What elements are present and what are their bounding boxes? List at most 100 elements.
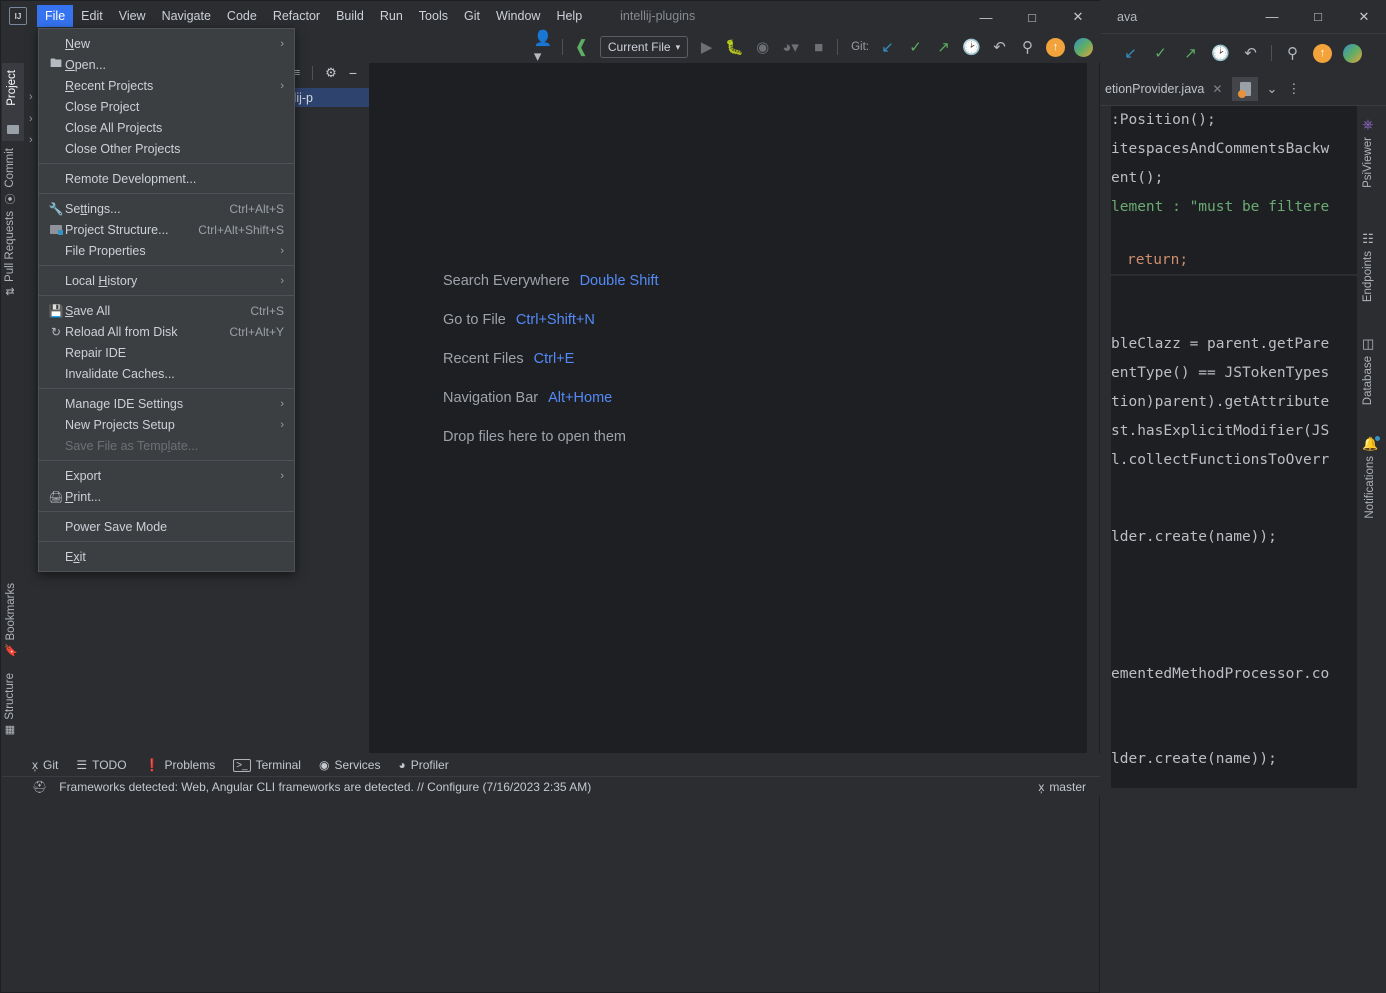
- menu-item-close-project[interactable]: Close Project: [39, 96, 294, 117]
- arrow-down-left-icon[interactable]: ↙: [1121, 44, 1140, 63]
- menu-refactor[interactable]: Refactor: [265, 5, 328, 27]
- menu-edit[interactable]: Edit: [73, 5, 111, 27]
- chevron-right-icon[interactable]: ›: [29, 113, 33, 125]
- menu-build[interactable]: Build: [328, 5, 372, 27]
- sidebar-item-pull-requests[interactable]: Pull Requests ⇄: [4, 211, 16, 298]
- sidebar-item-structure[interactable]: Structure ▦: [4, 673, 16, 736]
- file-menu-dropdown[interactable]: New › 🖿 Open... Recent Projects › Close …: [38, 28, 295, 572]
- chevron-right-icon[interactable]: ›: [29, 91, 33, 103]
- menu-item-print[interactable]: 🖨 Print...: [39, 486, 294, 507]
- chevron-down-icon[interactable]: ⌄: [1266, 81, 1277, 97]
- menu-item-power-save-mode[interactable]: Power Save Mode: [39, 516, 294, 537]
- notification-icon[interactable]: ⛑: [32, 780, 47, 794]
- menu-item-invalidate-caches[interactable]: Invalidate Caches...: [39, 363, 294, 384]
- git-branch-indicator[interactable]: x̦ master: [1038, 780, 1086, 794]
- update-available-icon[interactable]: ↑: [1313, 43, 1332, 63]
- rear-close-button[interactable]: ✕: [1341, 1, 1386, 33]
- menu-item-project-structure[interactable]: Project Structure... Ctrl+Alt+Shift+S: [39, 219, 294, 240]
- menu-item-open[interactable]: 🖿 Open...: [39, 54, 294, 75]
- run-icon[interactable]: ▶: [697, 38, 716, 57]
- menu-run[interactable]: Run: [372, 5, 411, 27]
- menu-window[interactable]: Window: [488, 5, 548, 27]
- menu-item-manage-ide-settings[interactable]: Manage IDE Settings ›: [39, 393, 294, 414]
- front-toolwindow-bar[interactable]: x̦ Git ☰ TODO ❗ Problems >_ Terminal ◉ S…: [2, 754, 1100, 776]
- tool-window-button-todo[interactable]: ☰ TODO: [76, 758, 126, 772]
- ai-assistant-icon[interactable]: [1074, 37, 1093, 57]
- debug-icon[interactable]: 🐛: [725, 38, 744, 57]
- rear-maximize-button[interactable]: □: [1295, 1, 1341, 33]
- rear-window-toolbar[interactable]: ↙ ✓ ↗ 🕑 ↶ ⚲ ↑: [1099, 34, 1386, 72]
- run-with-coverage-icon[interactable]: ◉: [753, 38, 772, 57]
- minimize-icon[interactable]: −: [349, 65, 357, 81]
- front-status-bar[interactable]: ⛑ Frameworks detected: Web, Angular CLI …: [2, 776, 1100, 796]
- menu-file[interactable]: File: [37, 5, 74, 27]
- history-icon[interactable]: 🕑: [962, 38, 981, 57]
- push-icon[interactable]: ↗: [934, 38, 953, 57]
- menu-item-new[interactable]: New ›: [39, 33, 294, 54]
- pull-request-icon: ⇄: [5, 285, 15, 298]
- menu-bar[interactable]: IJ File Edit View Navigate Code Refactor…: [1, 1, 1101, 31]
- rear-sidebar-item-notifications[interactable]: 🔔 Notifications: [1362, 436, 1381, 519]
- menu-item-reload-all-from-disk[interactable]: ↻ Reload All from Disk Ctrl+Alt+Y: [39, 321, 294, 342]
- file-type-icon[interactable]: [1232, 76, 1259, 101]
- rear-sidebar-item-database[interactable]: ◫ Database: [1362, 336, 1374, 405]
- commit-icon[interactable]: ✓: [906, 38, 925, 57]
- tool-window-button-terminal[interactable]: >_ Terminal: [233, 758, 301, 772]
- run-configuration-selector[interactable]: Current File ▾: [599, 36, 689, 58]
- sidebar-item-project[interactable]: Project: [2, 63, 24, 141]
- tool-window-button-profiler[interactable]: ◕ Profiler: [398, 758, 448, 772]
- user-account-icon[interactable]: 👤▾: [534, 30, 553, 65]
- menu-navigate[interactable]: Navigate: [154, 5, 219, 27]
- menu-item-remote-development[interactable]: Remote Development...: [39, 168, 294, 189]
- left-toolwindow-strip[interactable]: Project Commit ⦿ Pull Requests ⇄ Bookmar…: [2, 63, 24, 763]
- tool-window-button-git[interactable]: x̦ Git: [32, 758, 58, 772]
- history-icon[interactable]: 🕑: [1211, 44, 1230, 63]
- menu-item-local-history[interactable]: Local History ›: [39, 270, 294, 291]
- front-maximize-button[interactable]: □: [1009, 1, 1055, 33]
- menu-tools[interactable]: Tools: [411, 5, 456, 27]
- sidebar-item-bookmarks[interactable]: Bookmarks 🔖: [4, 583, 18, 657]
- menu-item-new-projects-setup[interactable]: New Projects Setup ›: [39, 414, 294, 435]
- update-available-icon[interactable]: ↑: [1046, 37, 1065, 57]
- menu-item-exit[interactable]: Exit: [39, 546, 294, 567]
- rear-sidebar-item-endpoints[interactable]: ☷ Endpoints: [1362, 231, 1374, 302]
- front-minimize-button[interactable]: —: [963, 1, 1009, 33]
- menu-item-recent-projects[interactable]: Recent Projects ›: [39, 75, 294, 96]
- sidebar-item-commit[interactable]: Commit ⦿: [4, 148, 16, 207]
- ai-assistant-icon[interactable]: [1343, 43, 1362, 63]
- menu-item-file-properties[interactable]: File Properties ›: [39, 240, 294, 261]
- checkmark-icon[interactable]: ✓: [1151, 44, 1170, 63]
- menu-item-export[interactable]: Export ›: [39, 465, 294, 486]
- update-project-icon[interactable]: ↙: [878, 38, 897, 57]
- profiler-icon[interactable]: ◕▾: [781, 38, 800, 57]
- rollback-icon[interactable]: ↶: [990, 38, 1009, 57]
- menu-item-settings[interactable]: 🔧 Settings... Ctrl+Alt+S: [39, 198, 294, 219]
- menu-help[interactable]: Help: [548, 5, 590, 27]
- menu-git[interactable]: Git: [456, 5, 488, 27]
- tool-window-button-services[interactable]: ◉ Services: [319, 758, 381, 772]
- stop-icon[interactable]: ■: [809, 38, 828, 57]
- gear-icon[interactable]: ⚙: [325, 65, 337, 81]
- menu-view[interactable]: View: [111, 5, 154, 27]
- more-options-icon[interactable]: ⋮: [1287, 81, 1300, 97]
- tool-window-button-problems[interactable]: ❗ Problems: [145, 758, 216, 772]
- rear-tab-close-icon[interactable]: ✕: [1212, 82, 1222, 96]
- search-icon[interactable]: ⚲: [1283, 44, 1302, 63]
- menu-item-save-all[interactable]: 💾 Save All Ctrl+S: [39, 300, 294, 321]
- rear-sidebar-item-psiviewer[interactable]: ⎈ PsiViewer: [1362, 116, 1374, 188]
- menu-item-repair-ide[interactable]: Repair IDE: [39, 342, 294, 363]
- front-close-button[interactable]: ✕: [1055, 1, 1101, 33]
- status-message[interactable]: Frameworks detected: Web, Angular CLI fr…: [59, 780, 591, 794]
- undo-icon[interactable]: ↶: [1241, 44, 1260, 63]
- menu-item-close-other-projects[interactable]: Close Other Projects: [39, 138, 294, 159]
- rear-editor-tabbar[interactable]: etionProvider.java ✕ ⌄ ⋮: [1099, 72, 1386, 106]
- menu-code[interactable]: Code: [219, 5, 265, 27]
- chevron-right-icon[interactable]: ›: [29, 134, 33, 146]
- rear-editor-tab[interactable]: etionProvider.java: [1105, 82, 1204, 96]
- search-icon[interactable]: ⚲: [1018, 38, 1037, 57]
- empty-editor-area[interactable]: Search Everywhere Double Shift Go to Fil…: [369, 63, 1087, 753]
- arrow-up-right-icon[interactable]: ↗: [1181, 44, 1200, 63]
- branch-icon[interactable]: ❰: [572, 37, 591, 57]
- menu-item-close-all-projects[interactable]: Close All Projects: [39, 117, 294, 138]
- rear-minimize-button[interactable]: —: [1249, 1, 1295, 33]
